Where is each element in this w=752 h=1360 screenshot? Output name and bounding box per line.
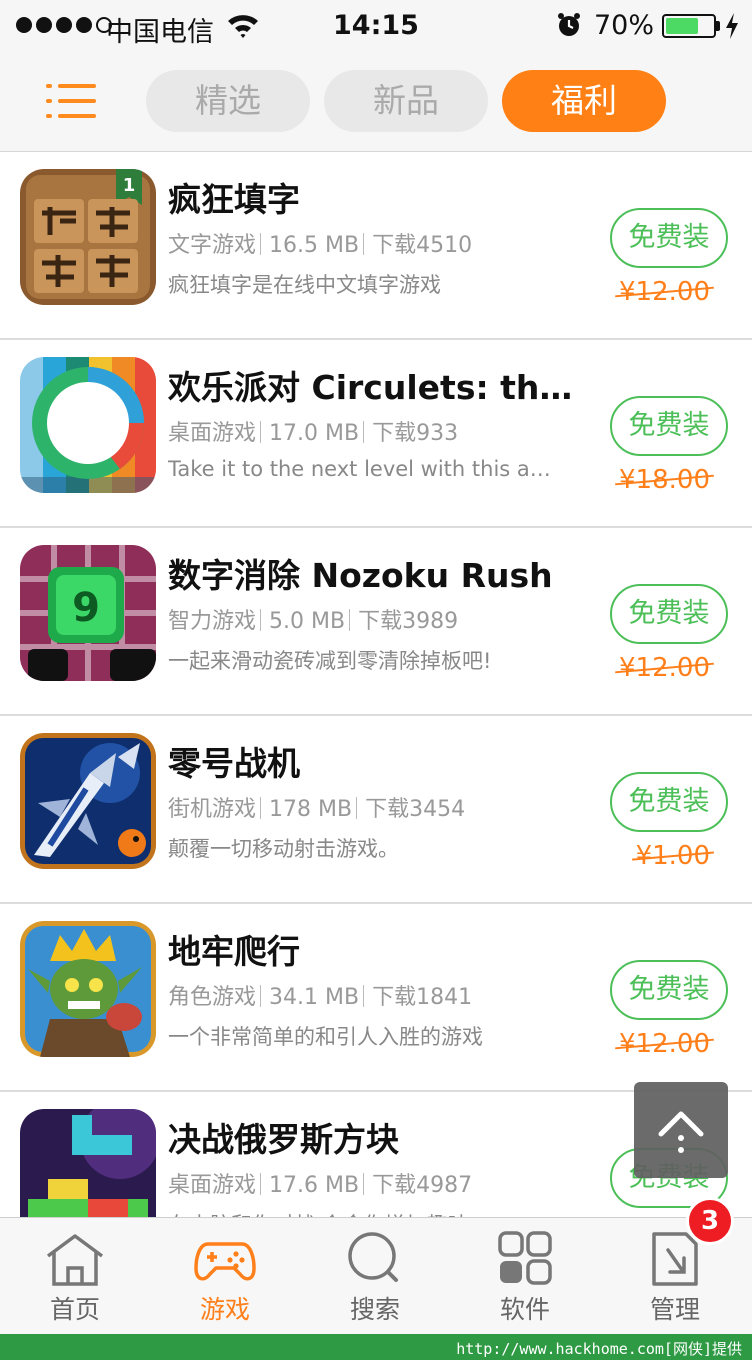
tab-label: 游戏 xyxy=(199,1295,250,1324)
search-icon xyxy=(348,1232,398,1282)
home-icon xyxy=(46,1234,104,1286)
app-description: 一个非常简单的和引人入胜的游戏 xyxy=(168,1025,483,1049)
app-size: 16.5 MB xyxy=(269,233,360,258)
app-size: 5.0 MB xyxy=(269,609,346,634)
app-description: 在电脑和你对战,会令你增加趣味 xyxy=(168,1209,564,1217)
app-downloads: 下载933 xyxy=(372,421,459,446)
app-size: 17.6 MB xyxy=(269,1173,360,1198)
app-category: 角色游戏 xyxy=(168,985,257,1010)
watermark-bar: http://www.hackhome.com[网侠]提供 xyxy=(0,1334,752,1360)
list-icon[interactable] xyxy=(46,84,96,120)
icon-tile-number: 9 xyxy=(72,585,100,631)
top-nav: 精选 新品 福利 xyxy=(0,52,752,152)
original-price: ¥18.00 xyxy=(615,465,714,495)
install-button[interactable]: 免费装 xyxy=(610,208,728,268)
app-title[interactable]: 零号战机 xyxy=(168,737,576,785)
app-description: Take it to the next level with this a… xyxy=(168,457,551,481)
status-bar: 中国电信 14:15 70% xyxy=(0,0,752,52)
app-description: 颠覆一切移动射击游戏。 xyxy=(168,837,399,861)
original-price: ¥12.00 xyxy=(615,277,714,307)
list-item[interactable]: 地牢爬行 角色游戏 34.1 MB 下载1841 一个非常简单的和引人入胜的游戏 免… xyxy=(0,905,752,1092)
goblin-king-icon[interactable] xyxy=(20,921,156,1057)
battery-icon xyxy=(662,14,716,38)
tab-label: 管理 xyxy=(649,1295,700,1324)
bottom-tab-bar: 首页 游戏 搜索 软件 管理 xyxy=(0,1217,752,1334)
tab-games[interactable]: 游戏 xyxy=(150,1218,300,1335)
nozoku-icon[interactable]: 9 xyxy=(20,545,156,681)
tab-label: 软件 xyxy=(499,1295,550,1324)
notification-badge: 3 xyxy=(686,1197,734,1245)
app-downloads: 下载3454 xyxy=(365,797,466,822)
original-price: ¥1.00 xyxy=(631,841,714,871)
app-category: 街机游戏 xyxy=(168,797,257,822)
original-price: ¥12.00 xyxy=(615,653,714,683)
app-description: 疯狂填字是在线中文填字游戏 xyxy=(168,273,441,297)
app-meta: 文字游戏 16.5 MB 下载4510 xyxy=(168,227,472,259)
fighter-jet-icon[interactable] xyxy=(20,733,156,869)
tab-search[interactable]: 搜索 xyxy=(300,1218,450,1335)
gamepad-icon xyxy=(194,1242,256,1281)
watermark-text: http://www.hackhome.com[网侠]提供 xyxy=(456,1340,742,1358)
app-category: 桌面游戏 xyxy=(168,421,257,446)
app-title[interactable]: 决战俄罗斯方块 xyxy=(168,1113,576,1161)
battery-level xyxy=(666,18,699,34)
app-size: 34.1 MB xyxy=(269,985,360,1010)
battery-tip xyxy=(716,21,720,31)
app-category: 桌面游戏 xyxy=(168,1173,257,1198)
icon-badge-number: 1 xyxy=(123,175,136,196)
app-title[interactable]: 疯狂填字 xyxy=(168,173,576,221)
install-button[interactable]: 免费装 xyxy=(610,772,728,832)
app-downloads: 下载4510 xyxy=(372,233,473,258)
list-item[interactable]: 欢乐派对 Circulets: the… 桌面游戏 17.0 MB 下载933 Ta… xyxy=(0,341,752,528)
charging-icon xyxy=(726,13,738,39)
list-item[interactable]: 1 疯狂填字 文字游戏 16.5 MB 下载4510 疯狂填字是在线中文填字游戏 免… xyxy=(0,153,752,340)
tab-featured[interactable]: 精选 xyxy=(146,70,310,132)
install-button[interactable]: 免费装 xyxy=(610,396,728,456)
original-price: ¥12.00 xyxy=(615,1029,714,1059)
scroll-to-top-button[interactable] xyxy=(634,1082,728,1178)
app-downloads: 下载3989 xyxy=(358,609,459,634)
tab-label: 搜索 xyxy=(349,1295,400,1324)
app-description: 一起来滑动瓷砖减到零清除掉板吧! xyxy=(168,649,492,673)
app-title[interactable]: 欢乐派对 Circulets: the… xyxy=(168,361,576,409)
tab-new[interactable]: 新品 xyxy=(324,70,488,132)
tab-deals[interactable]: 福利 xyxy=(502,70,666,132)
install-button[interactable]: 免费装 xyxy=(610,584,728,644)
app-size: 178 MB xyxy=(269,797,353,822)
battery-percent: 70% xyxy=(594,10,655,41)
crossword-icon[interactable]: 1 xyxy=(20,169,156,305)
app-list[interactable]: 1 疯狂填字 文字游戏 16.5 MB 下载4510 疯狂填字是在线中文填字游戏 免… xyxy=(0,153,752,1217)
app-title[interactable]: 数字消除 Nozoku Rush xyxy=(168,549,576,597)
app-downloads: 下载4987 xyxy=(372,1173,473,1198)
app-downloads: 下载1841 xyxy=(372,985,473,1010)
install-button[interactable]: 免费装 xyxy=(610,960,728,1020)
tetris-blocks-icon[interactable] xyxy=(20,1109,156,1217)
list-item[interactable]: 零号战机 街机游戏 178 MB 下载3454 颠覆一切移动射击游戏。 免费装 ¥1… xyxy=(0,717,752,904)
app-meta: 智力游戏 5.0 MB 下载3989 xyxy=(168,603,458,635)
chevron-up-icon xyxy=(658,1111,704,1153)
tab-label: 首页 xyxy=(49,1295,100,1324)
app-size: 17.0 MB xyxy=(269,421,360,446)
tab-home[interactable]: 首页 xyxy=(0,1218,150,1335)
app-meta: 桌面游戏 17.0 MB 下载933 xyxy=(168,415,458,447)
list-item[interactable]: 9 数字消除 Nozoku Rush 智力游戏 5.0 MB 下载3989 一起来滑… xyxy=(0,529,752,716)
app-category: 文字游戏 xyxy=(168,233,257,258)
app-category: 智力游戏 xyxy=(168,609,257,634)
circulets-icon[interactable] xyxy=(20,357,156,493)
tab-software[interactable]: 软件 xyxy=(450,1218,600,1335)
app-meta: 街机游戏 178 MB 下载3454 xyxy=(168,791,465,823)
apps-grid-icon xyxy=(498,1231,552,1285)
app-meta: 角色游戏 34.1 MB 下载1841 xyxy=(168,979,472,1011)
app-title[interactable]: 地牢爬行 xyxy=(168,925,576,973)
app-meta: 桌面游戏 17.6 MB 下载4987 xyxy=(168,1167,472,1199)
alarm-icon xyxy=(558,13,580,36)
